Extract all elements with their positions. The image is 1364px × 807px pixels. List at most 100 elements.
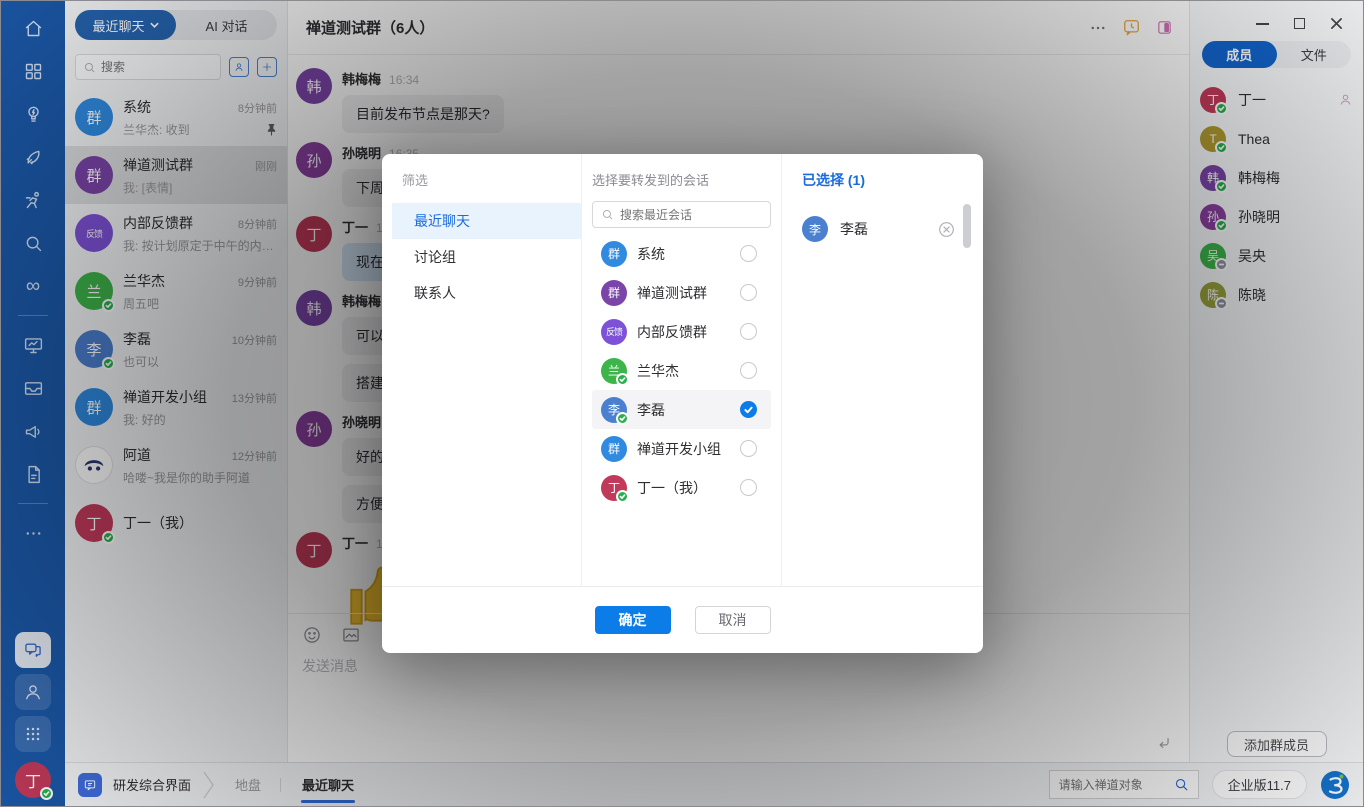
version-badge[interactable]: 企业版11.7 <box>1212 770 1307 799</box>
conversation-option-dev-group[interactable]: 群 禅道开发小组 <box>592 429 771 468</box>
chat-item-dev-group[interactable]: 群 禅道开发小组13分钟前 我: 好的 <box>65 378 287 436</box>
sender-avatar[interactable]: 丁 <box>296 532 332 568</box>
radio-unchecked-icon[interactable] <box>740 362 757 379</box>
user-avatar[interactable]: 丁 <box>15 762 51 798</box>
member-panel: 成员 文件 丁 丁一 T Thea 韩 韩梅梅 孙 孙晓明 吴 <box>1189 1 1363 764</box>
conversation-column: 选择要转发到的会话 群 系统 群 禅道测试群 反馈 内部反馈群 <box>582 154 782 586</box>
send-image-icon[interactable] <box>341 625 361 645</box>
app-launcher-dots-button[interactable] <box>15 716 51 752</box>
idea-bulb-icon[interactable] <box>15 96 51 132</box>
feedback-megaphone-icon[interactable] <box>15 413 51 449</box>
home-icon[interactable] <box>15 10 51 46</box>
remove-selected-icon[interactable] <box>938 221 955 238</box>
breadcrumb-space[interactable]: 地盘 <box>235 775 261 794</box>
tab-recent-chats[interactable]: 最近聊天 <box>75 10 176 40</box>
contacts-book-icon[interactable] <box>229 57 249 77</box>
create-chat-plus-icon[interactable] <box>257 57 277 77</box>
sender-avatar[interactable]: 孙 <box>296 411 332 447</box>
online-badge-icon <box>102 531 115 544</box>
conversation-option-lanhuajie[interactable]: 兰 兰华杰 <box>592 351 771 390</box>
breadcrumb-app-name[interactable]: 研发综合界面 <box>113 775 191 794</box>
rocket-icon[interactable] <box>15 139 51 175</box>
chat-item-zentao-test-group[interactable]: 群 禅道测试群刚刚 我: [表情] <box>65 146 287 204</box>
confirm-button[interactable]: 确定 <box>595 606 671 634</box>
navbar-divider <box>18 503 48 504</box>
radio-unchecked-icon[interactable] <box>740 284 757 301</box>
chat-item-lanhuajie[interactable]: 兰 兰华杰9分钟前 周五吧 <box>65 262 287 320</box>
contacts-person-button[interactable] <box>15 674 51 710</box>
filter-contacts[interactable]: 联系人 <box>392 275 581 311</box>
conversation-option-lilei[interactable]: 李 李磊 <box>592 390 771 429</box>
sidebar-search-box[interactable] <box>75 54 221 80</box>
conversation-option-system[interactable]: 群 系统 <box>592 234 771 273</box>
add-group-member-button[interactable]: 添加群成员 <box>1227 731 1327 757</box>
more-ellipsis-icon[interactable] <box>15 515 51 551</box>
conversation-option-feedback-group[interactable]: 反馈 内部反馈群 <box>592 312 771 351</box>
app-logo-icon[interactable] <box>78 773 102 797</box>
cancel-button[interactable]: 取消 <box>695 606 771 634</box>
filter-discussion-groups[interactable]: 讨论组 <box>392 239 581 275</box>
conversation-option-zentao-test-group[interactable]: 群 禅道测试群 <box>592 273 771 312</box>
search-nav-icon[interactable] <box>15 225 51 261</box>
dashboard-monitor-icon[interactable] <box>15 327 51 363</box>
devops-infinity-icon[interactable]: ∞ <box>15 268 51 304</box>
filter-title: 筛选 <box>402 170 581 189</box>
document-icon[interactable] <box>15 456 51 492</box>
maximize-icon[interactable] <box>1294 18 1305 29</box>
member-row[interactable]: 吴 吴央 <box>1190 236 1363 275</box>
zentao-logo-icon[interactable] <box>1320 770 1350 800</box>
tab-files[interactable]: 文件 <box>1277 41 1352 68</box>
chat-history-icon[interactable] <box>1122 18 1141 37</box>
conversation-search-box[interactable] <box>592 201 771 228</box>
bottom-tab-recent-chats[interactable]: 最近聊天 <box>300 762 356 807</box>
radio-unchecked-icon[interactable] <box>740 440 757 457</box>
sprint-runner-icon[interactable] <box>15 182 51 218</box>
inbox-mail-icon[interactable] <box>15 370 51 406</box>
close-icon[interactable] <box>1330 17 1343 30</box>
more-actions-icon[interactable] <box>1089 19 1107 37</box>
chat-item-lilei[interactable]: 李 李磊10分钟前 也可以 <box>65 320 287 378</box>
online-badge-icon <box>102 357 115 370</box>
sender-avatar[interactable]: 韩 <box>296 68 332 104</box>
member-row[interactable]: T Thea <box>1190 119 1363 158</box>
member-row[interactable]: 丁 丁一 <box>1190 80 1363 119</box>
radio-unchecked-icon[interactable] <box>740 479 757 496</box>
conversation-option-dingyi-me[interactable]: 丁 丁一（我） <box>592 468 771 507</box>
search-icon[interactable] <box>1174 777 1189 792</box>
messenger-chat-button[interactable] <box>15 632 51 668</box>
radio-unchecked-icon[interactable] <box>740 245 757 262</box>
group-avatar: 群 <box>601 280 627 306</box>
user-avatar-letter: 丁 <box>25 768 41 792</box>
radio-unchecked-icon[interactable] <box>740 323 757 340</box>
zentao-object-search-input[interactable] <box>1059 778 1168 792</box>
chat-item-dingyi-me[interactable]: 丁 丁一（我） <box>65 494 287 552</box>
sender-avatar[interactable]: 孙 <box>296 142 332 178</box>
group-owner-icon <box>1338 92 1353 107</box>
apps-grid-icon[interactable] <box>15 53 51 89</box>
scrollbar-thumb[interactable] <box>963 204 971 248</box>
zentao-object-search-box[interactable] <box>1049 770 1199 799</box>
member-avatar: T <box>1200 126 1226 152</box>
tab-ai-chat[interactable]: AI 对话 <box>176 10 277 40</box>
sidebar-search-input[interactable] <box>101 60 213 74</box>
conversation-search-input[interactable] <box>620 208 762 222</box>
online-badge-icon <box>1215 102 1228 115</box>
chat-item-system[interactable]: 群 系统8分钟前 兰华杰: 收到 <box>65 88 287 146</box>
tab-members[interactable]: 成员 <box>1202 41 1277 68</box>
chat-header: 禅道测试群（6人） <box>288 1 1191 55</box>
filter-recent-chats[interactable]: 最近聊天 <box>392 203 581 239</box>
user-avatar: 李 <box>802 216 828 242</box>
sender-avatar[interactable]: 丁 <box>296 216 332 252</box>
emoji-icon[interactable] <box>302 625 322 645</box>
member-row[interactable]: 韩 韩梅梅 <box>1190 158 1363 197</box>
toggle-side-panel-icon[interactable] <box>1156 19 1173 36</box>
chat-item-feedback-group[interactable]: 反馈 内部反馈群8分钟前 我: 按计划原定于中午的内… <box>65 204 287 262</box>
radio-checked-icon[interactable] <box>740 401 757 418</box>
sender-avatar[interactable]: 韩 <box>296 290 332 326</box>
chat-item-adao-bot[interactable]: 阿道12分钟前 哈喽~我是你的助手阿道 <box>65 436 287 494</box>
chat-list: 群 系统8分钟前 兰华杰: 收到 群 禅道测试群刚刚 我: [表情] 反馈 内部… <box>65 88 287 552</box>
member-row[interactable]: 孙 孙晓明 <box>1190 197 1363 236</box>
jump-to-latest-icon[interactable] <box>1156 735 1173 752</box>
minimize-icon[interactable] <box>1256 23 1269 25</box>
member-row[interactable]: 陈 陈晓 <box>1190 275 1363 314</box>
